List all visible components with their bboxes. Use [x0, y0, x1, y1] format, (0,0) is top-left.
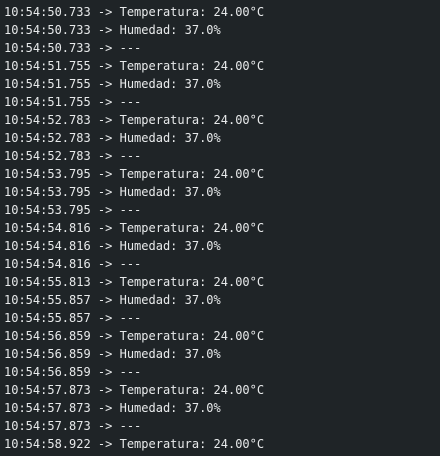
- log-line: 10:54:54.816 -> Humedad: 37.0%: [4, 239, 221, 253]
- log-line: 10:54:56.859 -> ---: [4, 365, 142, 379]
- log-line: 10:54:50.733 -> Temperatura: 24.00°C: [4, 5, 265, 19]
- log-line: 10:54:51.755 -> ---: [4, 95, 142, 109]
- log-line: 10:54:55.857 -> Humedad: 37.0%: [4, 293, 221, 307]
- log-line: 10:54:50.733 -> Humedad: 37.0%: [4, 23, 221, 37]
- log-line: 10:54:51.755 -> Temperatura: 24.00°C: [4, 59, 265, 73]
- log-line: 10:54:51.755 -> Humedad: 37.0%: [4, 77, 221, 91]
- log-line: 10:54:54.816 -> ---: [4, 257, 142, 271]
- log-line: 10:54:52.783 -> Humedad: 37.0%: [4, 131, 221, 145]
- log-line: 10:54:52.783 -> Temperatura: 24.00°C: [4, 113, 265, 127]
- log-line: 10:54:54.816 -> Temperatura: 24.00°C: [4, 221, 265, 235]
- log-line: 10:54:56.859 -> Humedad: 37.0%: [4, 347, 221, 361]
- log-line: 10:54:53.795 -> Temperatura: 24.00°C: [4, 167, 265, 181]
- log-line: 10:54:50.733 -> ---: [4, 41, 142, 55]
- log-line: 10:54:57.873 -> Temperatura: 24.00°C: [4, 383, 265, 397]
- log-line: 10:54:58.922 -> Temperatura: 24.00°C: [4, 437, 265, 451]
- log-line: 10:54:53.795 -> ---: [4, 203, 142, 217]
- log-line: 10:54:55.857 -> ---: [4, 311, 142, 325]
- log-line: 10:54:55.813 -> Temperatura: 24.00°C: [4, 275, 265, 289]
- log-line: 10:54:53.795 -> Humedad: 37.0%: [4, 185, 221, 199]
- log-line: 10:54:52.783 -> ---: [4, 149, 142, 163]
- log-line: 10:54:57.873 -> Humedad: 37.0%: [4, 401, 221, 415]
- serial-monitor-output: 10:54:50.733 -> Temperatura: 24.00°C 10:…: [0, 0, 440, 456]
- log-line: 10:54:57.873 -> ---: [4, 419, 142, 433]
- log-line: 10:54:56.859 -> Temperatura: 24.00°C: [4, 329, 265, 343]
